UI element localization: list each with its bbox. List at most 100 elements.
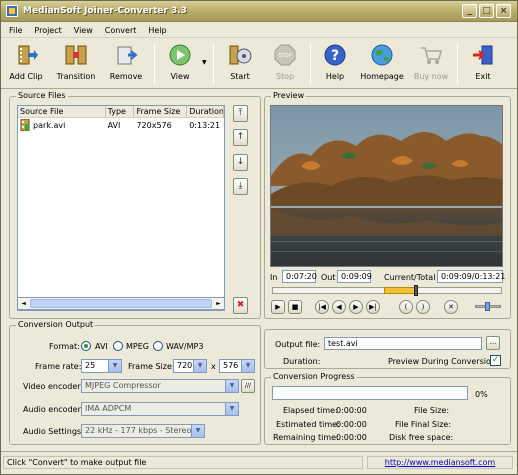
column-frame-size[interactable]: Frame Size [134,106,188,117]
video-encoder-label: Video encoder: [23,382,84,391]
website-link[interactable]: http://www.mediansoft.com [385,458,495,467]
format-mpeg-label[interactable]: MPEG [126,342,149,351]
mark-in-button[interactable]: ( [399,300,413,314]
start-button[interactable]: Start [217,39,263,81]
out-time-field[interactable]: 0:09:09 [337,270,372,283]
scroll-right-icon[interactable]: ► [213,298,224,309]
toolbar-separator [154,43,155,85]
exit-button[interactable]: Exit [461,39,505,81]
volume-slider[interactable] [475,302,501,311]
menu-bar: File Project View Convert Help [1,23,517,38]
video-encoder-settings-button[interactable]: /// [241,379,255,393]
move-bottom-button[interactable]: ⤓ [233,178,248,195]
output-file-input[interactable]: test.avi [324,337,482,350]
toolbar-separator [457,43,458,85]
chevron-down-icon[interactable]: ▼ [108,360,121,372]
view-button[interactable]: View [158,39,202,81]
move-top-button[interactable]: ⤒ [233,105,248,122]
delete-file-button[interactable]: ✖ [233,297,248,314]
view-dropdown-arrow[interactable]: ▼ [202,39,210,66]
close-button[interactable]: × [496,4,511,18]
audio-settings-value: 22 kHz - 177 kbps - Stereo [85,426,192,435]
clear-marks-button[interactable]: ✕ [444,300,458,314]
volume-thumb[interactable] [485,302,490,311]
column-type[interactable]: Type [106,106,135,117]
frame-width-select[interactable]: 720 ▼ [173,359,207,373]
add-clip-button[interactable]: Add Clip [1,39,51,81]
in-time-field[interactable]: 0:07:20 [282,270,317,283]
position-slider-thumb[interactable] [414,285,418,296]
transition-button[interactable]: Transition [51,39,101,81]
chevron-down-icon[interactable]: ▼ [225,403,238,415]
position-marker[interactable] [384,287,416,294]
svg-text:?: ? [331,48,339,64]
remove-button[interactable]: Remove [101,39,151,81]
view-play-icon [169,44,191,66]
go-start-button[interactable]: |◀ [315,300,329,314]
audio-encoder-select[interactable]: IMA ADPCM ▼ [81,402,239,416]
start-icon [229,45,252,65]
help-label: Help [325,72,345,81]
chevron-down-icon[interactable]: ▼ [241,360,254,372]
window-title: MedianSoft Joiner-Converter 3.3 [23,6,187,16]
menu-project[interactable]: Project [28,26,67,35]
final-size-label: File Final Size: [395,420,452,429]
exit-label: Exit [475,72,491,81]
format-avi-label[interactable]: AVI [95,342,108,351]
format-radio-mpeg[interactable] [113,341,123,351]
elapsed-time-label: Elapsed time: [283,406,338,415]
video-encoder-select[interactable]: MJPEG Compressor ▼ [81,379,239,393]
format-wav-mp3-label[interactable]: WAV/MP3 [166,342,203,351]
go-end-button[interactable]: ▶| [366,300,380,314]
column-source-file[interactable]: Source File [18,106,106,117]
scroll-left-icon[interactable]: ◄ [18,298,29,309]
toolbar: Add Clip Transition Remove View ▼ Start … [1,39,517,89]
format-radio-avi[interactable] [81,341,91,351]
frame-size-x-label: x [211,362,216,371]
current-total-label: Current/Total [384,273,436,282]
video-frame-image [271,106,502,266]
film-file-icon [20,119,30,131]
list-item[interactable]: park.avi AVI 720x576 0:13:21 [18,118,224,132]
file-duration: 0:13:21 [189,120,221,130]
stop-preview-button[interactable]: ■ [288,300,302,314]
buy-now-button[interactable]: Buy now [408,39,454,81]
preview-during-conversion-checkbox[interactable]: ✓ [490,355,501,366]
step-back-button[interactable]: ◀ [332,300,346,314]
file-type: AVI [107,120,121,130]
source-files-list[interactable]: Source File Type Frame Size Duration par… [17,105,225,311]
maximize-button[interactable]: □ [479,4,494,18]
step-forward-button[interactable]: ▶ [349,300,363,314]
format-radio-wav-mp3[interactable] [153,341,163,351]
menu-file[interactable]: File [3,26,28,35]
stop-button[interactable]: STOP Stop [263,39,307,81]
move-up-button[interactable]: ↑ [233,129,248,146]
conversion-progress-bar [272,386,468,400]
mark-out-button[interactable]: ) [416,300,430,314]
scroll-thumb[interactable] [30,299,212,308]
position-track[interactable] [272,285,502,296]
menu-view[interactable]: View [68,26,99,35]
move-down-button[interactable]: ↓ [233,154,248,171]
chevron-down-icon[interactable]: ▼ [191,425,204,437]
horizontal-scrollbar[interactable]: ◄ ► [17,297,225,310]
help-button[interactable]: ? Help [314,39,356,81]
homepage-button[interactable]: Homepage [356,39,408,81]
play-button[interactable]: ▶ [271,300,285,314]
audio-settings-select[interactable]: 22 kHz - 177 kbps - Stereo ▼ [81,424,205,438]
chevron-down-icon[interactable]: ▼ [193,360,206,372]
frame-height-select[interactable]: 576 ▼ [219,359,255,373]
stop-icon: STOP [274,44,296,66]
menu-help[interactable]: Help [142,26,172,35]
add-clip-icon [18,45,38,65]
chevron-down-icon[interactable]: ▼ [225,380,238,392]
audio-encoder-value: IMA ADPCM [85,404,132,413]
in-label: In [270,273,278,282]
minimize-button[interactable]: _ [462,4,477,18]
menu-convert[interactable]: Convert [99,26,143,35]
frame-rate-select[interactable]: 25 ▼ [81,359,122,373]
browse-output-button[interactable]: ... [486,336,500,350]
progress-percent: 0% [475,390,488,399]
column-duration[interactable]: Duration [187,106,225,117]
current-total-field: 0:09:09/0:13:21 [437,270,505,283]
